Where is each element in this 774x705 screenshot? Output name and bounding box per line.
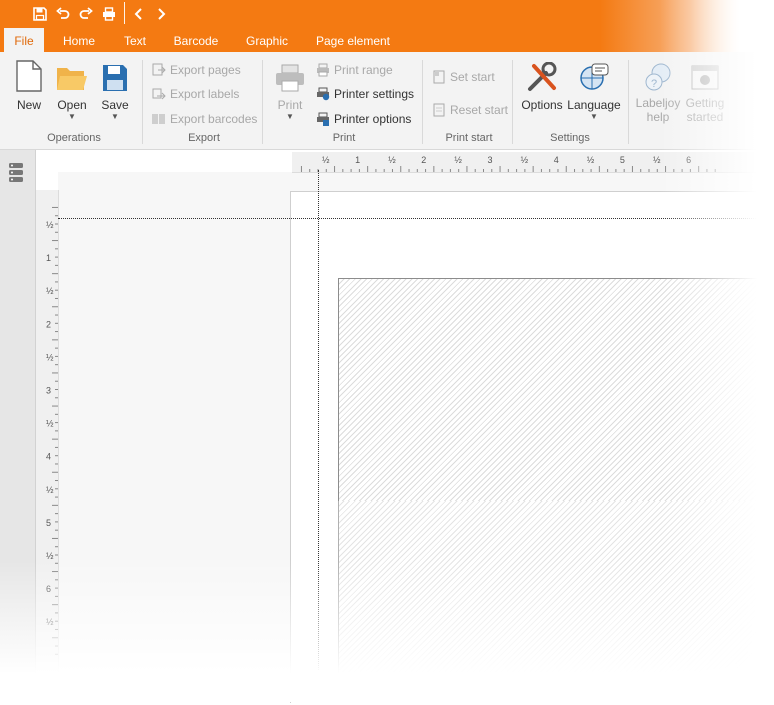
export-labels-icon	[152, 88, 166, 100]
ruler-label: 5	[620, 155, 625, 165]
layers-panel-button[interactable]	[7, 162, 27, 184]
ruler-label: 6	[46, 584, 51, 594]
group-separator	[142, 60, 143, 144]
folder-icon	[57, 68, 87, 90]
help-icon: ?	[645, 63, 671, 91]
ruler-label: ½	[388, 155, 396, 165]
label-cell[interactable]	[338, 278, 774, 503]
vertical-ruler-ticks: ½ 1 ½ 2 ½ 3 ½ 4 ½ 5 ½ 6 ½	[46, 206, 58, 655]
print-range-button[interactable]: Print range	[316, 60, 393, 80]
reset-start-button[interactable]: Reset start	[432, 100, 508, 120]
group-separator	[422, 60, 423, 144]
vertical-guide-line[interactable]	[318, 170, 319, 670]
tab-text[interactable]: Text	[114, 28, 156, 52]
info-window-icon	[691, 65, 719, 90]
ruler-label: ½	[46, 419, 54, 429]
group-label-export: Export	[188, 132, 220, 144]
group-label-operations: Operations	[47, 132, 101, 144]
toolbar-separator	[124, 2, 125, 24]
ruler-label: ½	[46, 220, 54, 230]
tab-page-element[interactable]: Page element	[308, 28, 398, 52]
language-button[interactable]: Language ▼	[566, 58, 622, 122]
labeljoy-help-button[interactable]: ? Labeljoy help	[632, 58, 684, 124]
ruler-label: ½	[46, 286, 54, 296]
ruler-label: ½	[46, 352, 54, 362]
barcode-icon	[152, 114, 165, 124]
svg-text:?: ?	[651, 78, 657, 90]
ruler-label: ½	[521, 155, 529, 165]
horizontal-ruler: ½ 1 ½ 2 ½ 3 ½ 4 ½ 5 ½ 6	[292, 152, 774, 173]
options-button[interactable]: Options	[520, 58, 564, 112]
open-button[interactable]: Open ▼	[54, 58, 90, 122]
printer-settings-button[interactable]: Printer settings	[316, 84, 414, 104]
ribbon-tabs: File Home Text Barcode Graphic Page elem…	[0, 28, 774, 52]
tools-icon	[528, 62, 557, 91]
group-separator	[628, 60, 629, 144]
vertical-ruler: ½ 1 ½ 2 ½ 3 ½ 4 ½ 5 ½ 6 ½	[36, 190, 59, 702]
ruler-label: 4	[46, 452, 51, 462]
ruler-label: 3	[46, 386, 51, 396]
undo-icon[interactable]	[53, 4, 73, 24]
globe-speech-icon	[580, 63, 609, 90]
tab-barcode[interactable]: Barcode	[166, 28, 226, 52]
side-panel	[0, 150, 36, 702]
group-label-settings: Settings	[550, 132, 590, 144]
ruler-label: ½	[46, 551, 54, 561]
group-label-print-start: Print start	[445, 132, 493, 144]
horizontal-guide-line[interactable]	[58, 218, 774, 219]
chevron-down-icon: ▼	[68, 112, 76, 121]
ruler-label: ½	[587, 155, 595, 165]
getting-started-button[interactable]: Getting started	[682, 58, 728, 124]
export-labels-button[interactable]: Export labels	[152, 84, 239, 104]
ruler-label: 3	[488, 155, 493, 165]
chevron-down-icon: ▼	[286, 112, 294, 121]
ruler-label: ½	[322, 155, 330, 165]
chevron-down-icon: ▼	[111, 112, 119, 121]
group-separator	[512, 60, 513, 144]
ruler-label: 1	[355, 155, 360, 165]
save-icon[interactable]	[30, 4, 50, 24]
group-separator	[262, 60, 263, 144]
set-start-icon	[433, 70, 445, 84]
tab-graphic[interactable]: Graphic	[236, 28, 298, 52]
ruler-label: 1	[46, 253, 51, 263]
set-start-button[interactable]: Set start	[432, 67, 495, 87]
ruler-label: 2	[421, 155, 426, 165]
back-arrow-icon[interactable]	[129, 4, 149, 24]
ruler-label: 4	[554, 155, 559, 165]
reset-start-icon	[433, 103, 445, 117]
new-button[interactable]: New	[12, 58, 46, 112]
tab-home[interactable]: Home	[54, 28, 104, 52]
ruler-label: 6	[686, 155, 691, 165]
print-button[interactable]: Print ▼	[270, 58, 310, 122]
ruler-label: ½	[46, 617, 54, 627]
floppy-disk-icon	[103, 65, 127, 91]
printer-options-button[interactable]: Printer options	[316, 109, 411, 129]
printer-options-icon	[317, 112, 329, 126]
export-barcodes-button[interactable]: Export barcodes	[152, 109, 257, 129]
label-cell[interactable]	[338, 501, 774, 702]
print-icon[interactable]	[99, 4, 119, 24]
ruler-label: 5	[46, 518, 51, 528]
group-label-print: Print	[332, 132, 356, 144]
ribbon: New Open ▼ Save ▼ Operations Export page…	[0, 52, 774, 150]
ruler-label: ½	[46, 485, 54, 495]
quick-access-toolbar	[0, 0, 774, 28]
tab-file[interactable]: File	[4, 28, 44, 52]
save-button[interactable]: Save ▼	[98, 58, 132, 122]
export-pages-button[interactable]: Export pages	[152, 60, 241, 80]
forward-arrow-icon[interactable]	[151, 4, 171, 24]
ruler-label: 2	[46, 319, 51, 329]
print-range-icon	[317, 63, 329, 77]
redo-icon[interactable]	[76, 4, 96, 24]
export-pages-icon	[152, 63, 166, 76]
printer-icon	[276, 64, 304, 92]
printer-settings-icon	[317, 87, 330, 101]
horizontal-ruler-ticks: ½ 1 ½ 2 ½ 3 ½ 4 ½ 5 ½ 6	[300, 155, 716, 172]
ruler-label: ½	[454, 155, 462, 165]
new-document-icon	[16, 60, 42, 92]
ruler-label: ½	[653, 155, 661, 165]
stack-icon	[9, 163, 23, 182]
chevron-down-icon: ▼	[590, 112, 598, 121]
